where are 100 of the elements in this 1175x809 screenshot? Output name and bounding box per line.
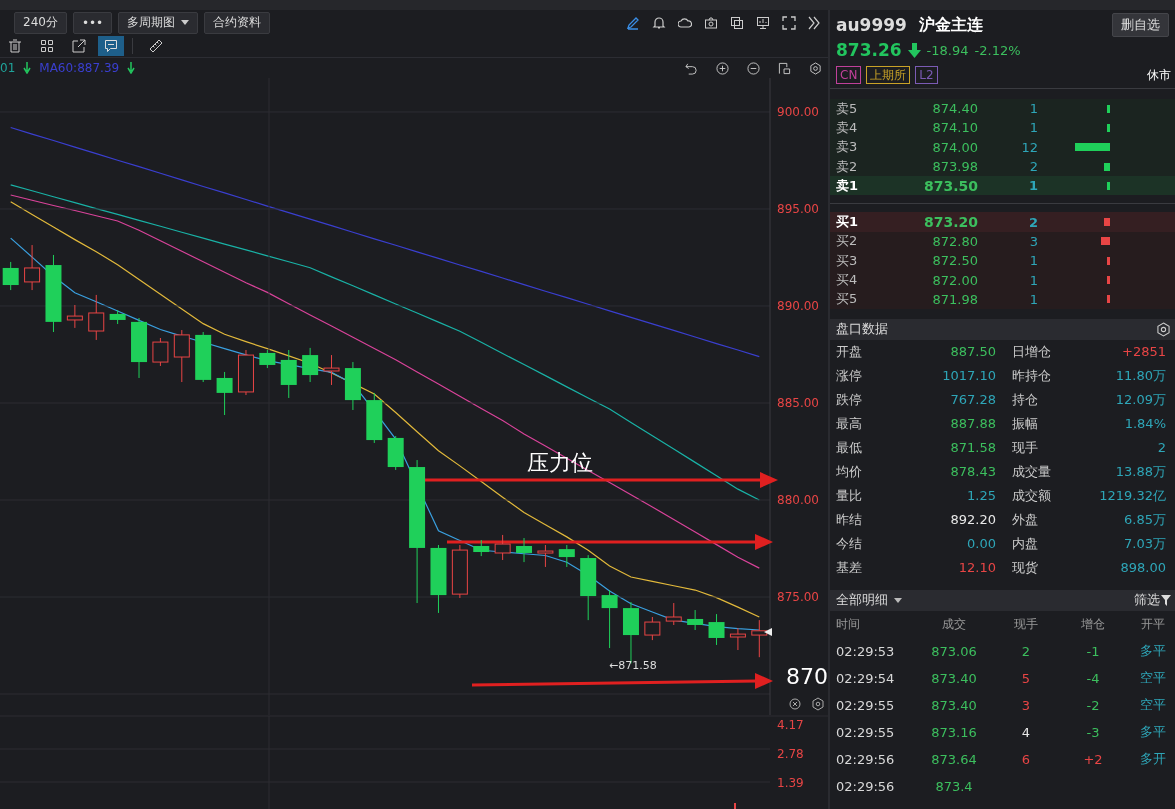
stat-label: 最高 <box>836 414 863 433</box>
candle <box>323 354 340 386</box>
stat-label: 成交额 <box>1011 486 1052 505</box>
volume-bar <box>1104 218 1110 227</box>
candle <box>473 539 490 557</box>
close-icon[interactable] <box>789 698 801 710</box>
double-chevron-icon[interactable] <box>808 15 820 30</box>
table-cell-text: 多开 <box>1138 750 1167 769</box>
volume-bar <box>1075 143 1110 152</box>
order-level-label: 卖2 <box>836 157 859 176</box>
stat-value: 1017.10 <box>941 368 996 384</box>
stat-value: 13.88万 <box>1114 462 1166 481</box>
ruler-icon <box>149 39 163 54</box>
order-quantity: 2 <box>1027 214 1038 230</box>
down-arrow-icon <box>907 42 921 58</box>
filter-icon <box>1161 594 1171 606</box>
last-price: 873.26 <box>836 40 902 60</box>
order-level-label: 买4 <box>836 271 859 289</box>
volume-bar <box>1107 256 1110 265</box>
caret-icon <box>894 597 902 603</box>
candle <box>558 544 575 568</box>
order-level-label: 买5 <box>836 290 859 309</box>
zoom-out-icon[interactable] <box>747 61 760 75</box>
order-price: 871.98 <box>931 291 978 307</box>
table-cell-text: 5 <box>1020 670 1032 686</box>
order-quantity: 1 <box>1028 291 1038 307</box>
candle <box>24 244 41 291</box>
stat-value: 1.84% <box>1123 416 1166 432</box>
detail-dropdown[interactable]: 全部明细 <box>836 591 902 610</box>
drawing-tool[interactable] <box>98 36 124 57</box>
order-quantity: 3 <box>1028 233 1038 249</box>
stat-value: 7.03万 <box>1123 534 1166 553</box>
table-cell-text: 873.40 <box>930 670 978 686</box>
settings-icon[interactable] <box>812 697 824 711</box>
toolbar-button[interactable]: 合约资料 <box>204 11 271 34</box>
settings-icon[interactable] <box>1156 321 1171 337</box>
stat-label: 内盘 <box>1011 534 1039 553</box>
ma-legend: MA60:887.39 <box>39 61 120 76</box>
price-axis-label: 895.00 <box>777 201 819 216</box>
order-level-label: 卖5 <box>836 99 859 118</box>
zoom-in-icon[interactable] <box>716 61 729 75</box>
order-price: 874.40 <box>931 101 978 117</box>
table-cell-text: 02:29:55 <box>836 724 896 740</box>
cloud-icon[interactable] <box>678 15 692 30</box>
settings-icon[interactable] <box>809 61 822 75</box>
candle <box>173 329 190 383</box>
candle <box>537 544 554 568</box>
low-price-label: ←871.58 <box>609 659 657 672</box>
market-tag: L2 <box>915 66 938 84</box>
order-price: 874.10 <box>931 120 978 136</box>
order-level-label: 买2 <box>836 232 859 251</box>
percent-change: -2.12% <box>974 42 1021 58</box>
volume-bar <box>1107 276 1110 284</box>
table-cell-text: 6 <box>1020 751 1032 767</box>
candle <box>195 331 212 383</box>
remove-watchlist-button[interactable]: 删自选 <box>1112 13 1169 37</box>
table-cell-text: 02:29:55 <box>836 697 896 713</box>
price-axis-label: 875.00 <box>777 590 819 605</box>
trash-icon <box>8 39 22 54</box>
order-level-label: 卖4 <box>836 118 859 137</box>
candle <box>729 627 746 651</box>
bell-icon[interactable] <box>652 15 666 30</box>
table-cell-text: 4 <box>1020 724 1032 740</box>
candle <box>580 554 597 621</box>
volume-bar <box>1107 181 1110 190</box>
candle <box>66 304 83 329</box>
price-marker-icon <box>764 628 772 636</box>
indicator-axis-label: 2.78 <box>777 747 804 761</box>
window-icon[interactable] <box>778 61 791 75</box>
column-header: 现手 <box>1013 615 1039 633</box>
table-cell-text: 02:29:56 <box>836 778 896 794</box>
order-quantity: 1 <box>1028 272 1038 288</box>
filter-button[interactable]: 筛选 <box>1134 591 1171 610</box>
table-cell-text: -3 <box>1085 724 1101 740</box>
table-cell-text: 02:29:56 <box>836 751 896 767</box>
period-dropdown[interactable]: 多周期图 <box>118 11 199 34</box>
copy-icon[interactable] <box>730 15 744 30</box>
camera-icon[interactable] <box>704 15 718 30</box>
order-quantity: 1 <box>1028 101 1038 117</box>
stat-value: 767.28 <box>949 392 996 408</box>
fullscreen-icon[interactable] <box>782 15 796 30</box>
table-cell-text: 多平 <box>1138 642 1167 661</box>
price-axis-label: 890.00 <box>777 299 819 313</box>
monitor-icon[interactable] <box>756 15 770 30</box>
order-level-label: 卖3 <box>836 138 859 157</box>
stat-label: 昨结 <box>836 510 863 529</box>
undo-icon[interactable] <box>685 61 698 75</box>
stat-value: 1.25 <box>966 488 996 504</box>
order-quantity: 1 <box>1027 178 1038 194</box>
toolbar-button[interactable]: 240分 <box>14 11 67 34</box>
stat-label: 基差 <box>836 558 863 577</box>
table-cell-text: -4 <box>1085 670 1101 686</box>
toolbar-button[interactable]: ••• <box>72 11 113 34</box>
candle <box>494 534 511 561</box>
stat-label: 最低 <box>836 438 863 457</box>
table-cell-text: 873.64 <box>930 751 978 767</box>
stat-value: 878.43 <box>949 464 996 480</box>
pen-icon[interactable] <box>626 15 640 30</box>
column-header: 增仓 <box>1080 615 1106 633</box>
order-price: 873.20 <box>922 214 978 231</box>
